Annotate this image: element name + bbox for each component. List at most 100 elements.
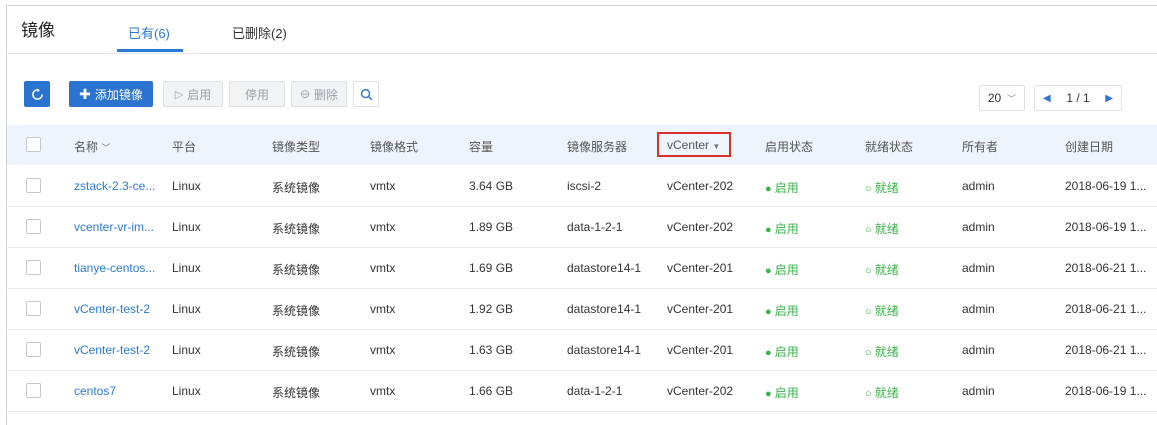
- pagination: ◀ 1 / 1 ▶: [1034, 85, 1122, 111]
- cell-platform: Linux: [172, 343, 201, 357]
- cell-enable-status: ● 启用: [765, 222, 799, 236]
- cell-image-type: 系统镜像: [272, 181, 321, 195]
- status-dot-icon: ●: [765, 388, 775, 400]
- cell-image-format: vmtx: [370, 179, 396, 193]
- table-row[interactable]: zstack-2.3-ce... Linux 系统镜像 vmtx 3.64 GB iscs…: [7, 166, 1157, 207]
- cell-enable-status: ● 启用: [765, 345, 799, 359]
- cell-vcenter: vCenter-202: [667, 179, 734, 193]
- cell-image-server: datastore14-1: [567, 343, 642, 357]
- cell-name[interactable]: vcenter-vr-im...: [74, 220, 154, 234]
- column-header-name[interactable]: 名称 ﹀: [74, 138, 110, 155]
- cell-ready-status: ○ 就绪: [865, 386, 899, 400]
- column-header-vcenter[interactable]: vCenter ▼: [667, 138, 720, 152]
- table-row[interactable]: centos7 Linux 系统镜像 vmtx 1.66 GB data-1-2-1 vCe…: [7, 371, 1157, 412]
- cell-image-server: datastore14-1: [567, 261, 642, 275]
- column-header-platform: 平台: [172, 140, 197, 154]
- cell-capacity: 1.89 GB: [469, 220, 514, 234]
- table-row[interactable]: vCenter-test-2 Linux 系统镜像 vmtx 1.63 GB datast…: [7, 330, 1157, 371]
- row-checkbox[interactable]: [26, 178, 41, 193]
- table-row[interactable]: vCenter-test-2 Linux 系统镜像 vmtx 1.92 GB datast…: [7, 289, 1157, 330]
- cell-name[interactable]: vCenter-test-2: [74, 343, 150, 357]
- cell-created-date: 2018-06-21 1...: [1065, 302, 1147, 316]
- row-checkbox[interactable]: [26, 219, 41, 234]
- cell-created-date: 2018-06-21 1...: [1065, 261, 1147, 275]
- delete-button[interactable]: ⊖ 删除: [291, 81, 347, 107]
- cell-vcenter: vCenter-201: [667, 343, 734, 357]
- column-header-image-format: 镜像格式: [370, 140, 419, 154]
- cell-vcenter: vCenter-202: [667, 384, 734, 398]
- cell-image-type: 系统镜像: [272, 304, 321, 318]
- cell-created-date: 2018-06-19 1...: [1065, 220, 1147, 234]
- image-list-panel: 镜像 已有(6) 已删除(2) ✚ 添加镜像 ▷ 启用 停用 ⊖ 删除 20 ﹀: [6, 5, 1157, 425]
- status-dot-icon: ●: [765, 224, 775, 236]
- status-dot-icon: ●: [765, 347, 775, 359]
- start-button[interactable]: ▷ 启用: [163, 81, 223, 107]
- cell-enable-status: ● 启用: [765, 263, 799, 277]
- play-icon: ▷: [174, 88, 184, 101]
- cell-image-format: vmtx: [370, 220, 396, 234]
- cell-image-format: vmtx: [370, 302, 396, 316]
- cell-vcenter: vCenter-201: [667, 302, 734, 316]
- status-dot-icon: ●: [765, 265, 775, 277]
- column-header-created-date: 创建日期: [1065, 140, 1114, 154]
- cell-image-format: vmtx: [370, 261, 396, 275]
- cell-capacity: 1.69 GB: [469, 261, 514, 275]
- cell-owner: admin: [962, 179, 995, 193]
- add-image-button[interactable]: ✚ 添加镜像: [69, 81, 153, 107]
- cell-image-type: 系统镜像: [272, 386, 321, 400]
- cell-name[interactable]: zstack-2.3-ce...: [74, 179, 155, 193]
- chevron-down-icon: ﹀: [101, 143, 111, 153]
- cell-platform: Linux: [172, 179, 201, 193]
- ready-ring-icon: ○: [865, 347, 875, 359]
- cell-capacity: 1.63 GB: [469, 343, 514, 357]
- ready-ring-icon: ○: [865, 183, 875, 195]
- table-row[interactable]: vcenter-vr-im... Linux 系统镜像 vmtx 1.89 GB data…: [7, 207, 1157, 248]
- tab-existing[interactable]: 已有(6): [128, 23, 170, 42]
- cell-ready-status: ○ 就绪: [865, 263, 899, 277]
- cell-ready-status: ○ 就绪: [865, 304, 899, 318]
- cell-owner: admin: [962, 384, 995, 398]
- cell-platform: Linux: [172, 384, 201, 398]
- cell-owner: admin: [962, 343, 995, 357]
- page-info: 1 / 1: [1066, 91, 1090, 105]
- prev-page-icon[interactable]: ◀: [1043, 93, 1051, 104]
- column-header-image-server: 镜像服务器: [567, 140, 628, 154]
- row-checkbox[interactable]: [26, 383, 41, 398]
- cell-image-format: vmtx: [370, 343, 396, 357]
- tab-deleted[interactable]: 已删除(2): [232, 23, 287, 42]
- page-size-select[interactable]: 20 ﹀: [979, 85, 1025, 111]
- cell-enable-status: ● 启用: [765, 386, 799, 400]
- cell-capacity: 1.66 GB: [469, 384, 514, 398]
- next-page-icon[interactable]: ▶: [1105, 93, 1113, 104]
- cell-image-server: data-1-2-1: [567, 384, 623, 398]
- cell-created-date: 2018-06-19 1...: [1065, 179, 1147, 193]
- row-checkbox[interactable]: [26, 342, 41, 357]
- column-header-capacity: 容量: [469, 140, 494, 154]
- cell-capacity: 3.64 GB: [469, 179, 514, 193]
- cell-vcenter: vCenter-201: [667, 261, 734, 275]
- refresh-button[interactable]: [24, 81, 50, 107]
- column-header-ready-status: 就绪状态: [865, 140, 914, 154]
- row-checkbox[interactable]: [26, 260, 41, 275]
- cell-name[interactable]: centos7: [74, 384, 116, 398]
- cell-image-server: data-1-2-1: [567, 220, 623, 234]
- cell-name[interactable]: vCenter-test-2: [74, 302, 150, 316]
- table-row[interactable]: tianye-centos... Linux 系统镜像 vmtx 1.69 GB data…: [7, 248, 1157, 289]
- cell-platform: Linux: [172, 220, 201, 234]
- cell-owner: admin: [962, 302, 995, 316]
- cell-name[interactable]: tianye-centos...: [74, 261, 155, 275]
- cell-enable-status: ● 启用: [765, 304, 799, 318]
- row-checkbox[interactable]: [26, 301, 41, 316]
- refresh-icon: [31, 87, 43, 100]
- table-header: 名称 ﹀ 平台 镜像类型 镜像格式 容量 镜像服务器 vCenter ▼ 启用状…: [7, 125, 1157, 165]
- page-title: 镜像: [21, 21, 55, 40]
- cell-image-server: iscsi-2: [567, 179, 602, 193]
- ready-ring-icon: ○: [865, 224, 875, 236]
- cell-owner: admin: [962, 261, 995, 275]
- caret-down-icon: ▼: [712, 142, 721, 151]
- stop-button[interactable]: 停用: [229, 81, 285, 107]
- cell-ready-status: ○ 就绪: [865, 181, 899, 195]
- search-button[interactable]: [353, 81, 379, 107]
- select-all-checkbox[interactable]: [26, 137, 41, 152]
- status-dot-icon: ●: [765, 183, 775, 195]
